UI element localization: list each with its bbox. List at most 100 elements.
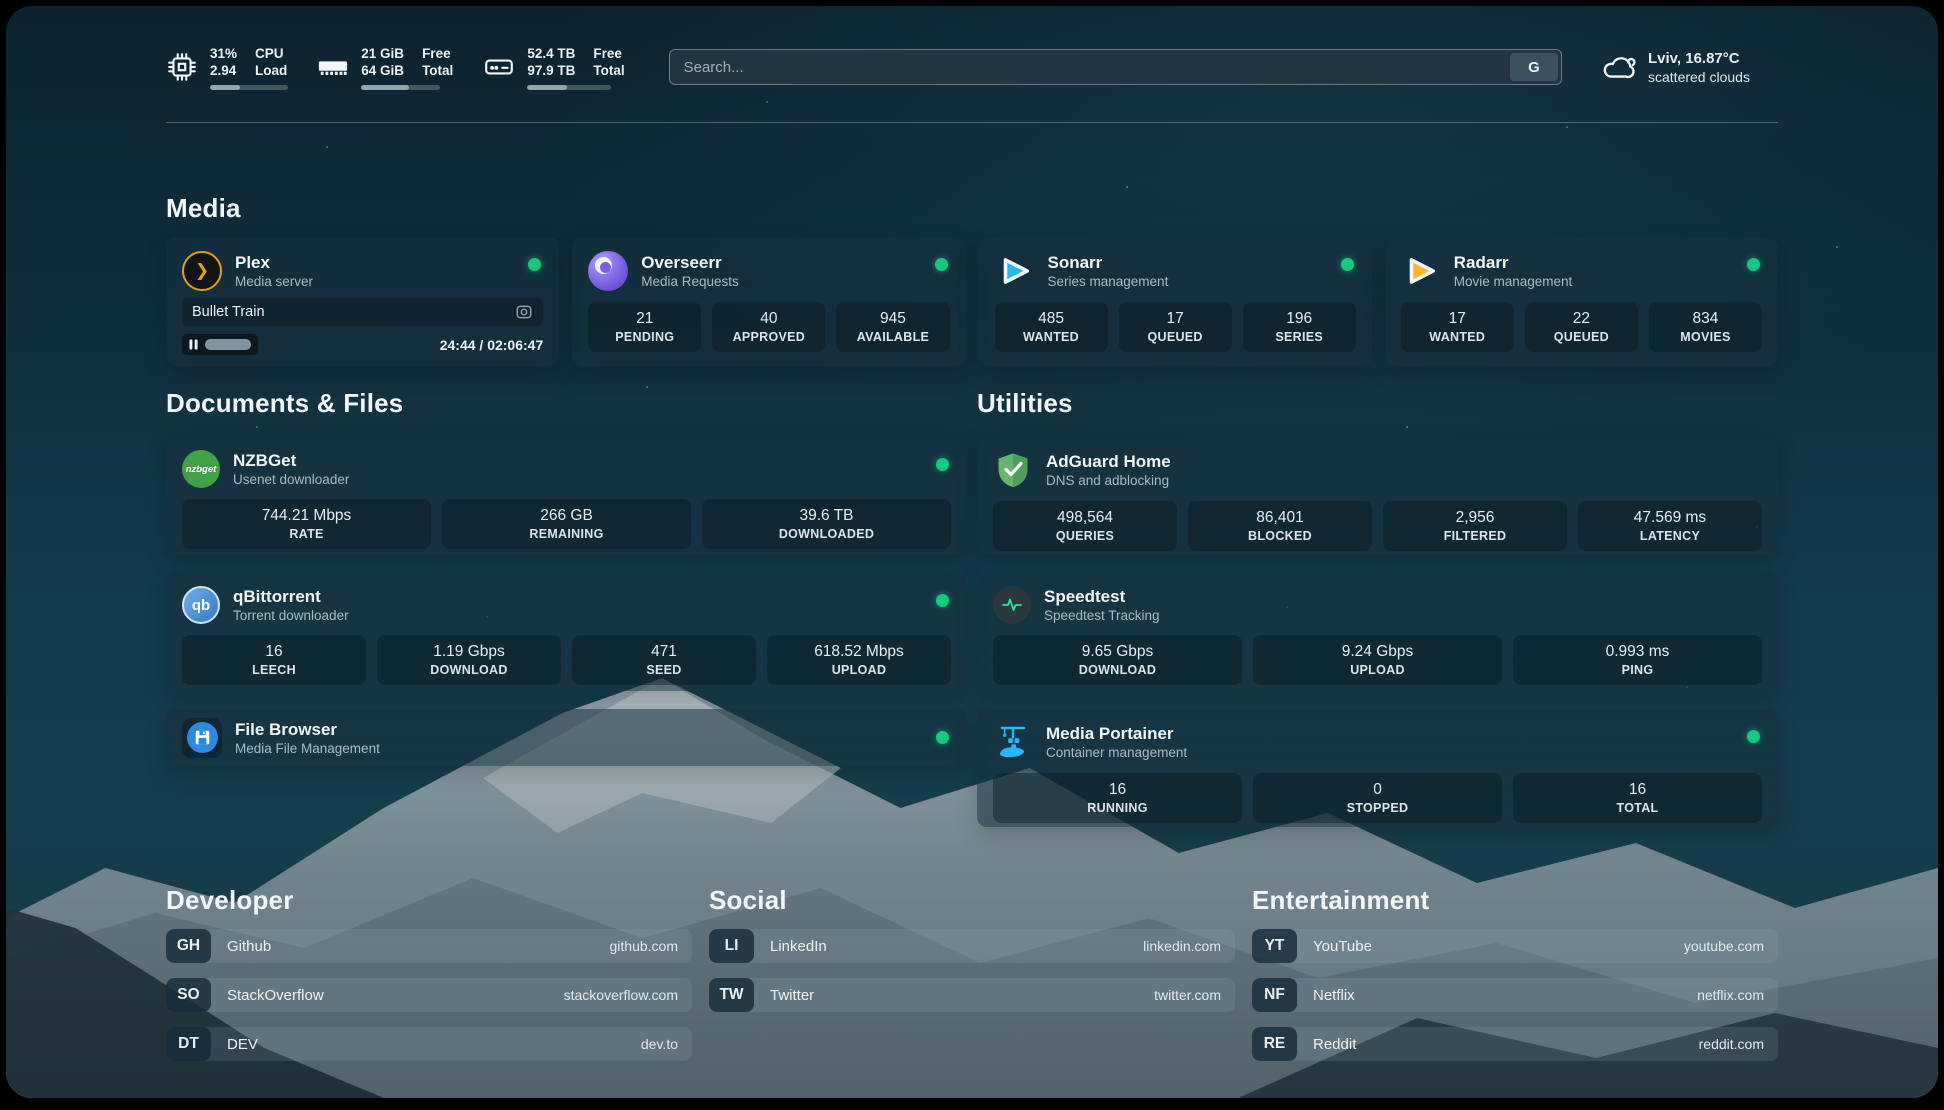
bookmark-url: netflix.com: [1697, 987, 1764, 1003]
speedtest-card[interactable]: Speedtest Speedtest Tracking 9.65 Gbps D…: [977, 573, 1778, 691]
bookmark-name: DEV: [227, 1036, 258, 1053]
stat-box: 9.24 Gbps UPLOAD: [1253, 635, 1502, 685]
bookmark-url: reddit.com: [1699, 1036, 1764, 1052]
app-description: Media Requests: [641, 273, 739, 290]
app-description: Series management: [1048, 273, 1169, 290]
storage-labels: Free Total: [593, 45, 624, 79]
overseerr-card[interactable]: Overseerr Media Requests 21 PENDING 40 A…: [572, 237, 965, 366]
bookmark-github[interactable]: GH Github github.com: [166, 929, 692, 963]
playback-progress-pill: [182, 334, 258, 355]
bookmark-netflix[interactable]: NF Netflix netflix.com: [1252, 978, 1778, 1012]
bookmark-name: StackOverflow: [227, 987, 324, 1004]
adguard-card[interactable]: AdGuard Home DNS and adblocking 498,564 …: [977, 437, 1778, 555]
system-stats: 31% 2.94 CPU Load: [166, 45, 625, 90]
section-title-social: Social: [709, 885, 1235, 916]
stat-box: 40 APPROVED: [712, 302, 825, 352]
bookmark-twitter[interactable]: TW Twitter twitter.com: [709, 978, 1235, 1012]
bookmark-url: linkedin.com: [1143, 938, 1221, 954]
storage-progress-bar: [527, 85, 611, 90]
status-dot-online: [935, 258, 948, 271]
app-description: Media File Management: [235, 740, 380, 757]
cpu-labels: CPU Load: [255, 45, 287, 79]
cpu-values: 31% 2.94: [210, 45, 237, 79]
qbittorrent-card[interactable]: qb qBittorrent Torrent downloader 16 LEE…: [166, 573, 967, 691]
sonarr-card[interactable]: Sonarr Series management 485 WANTED 17 Q…: [979, 237, 1372, 366]
stat-box: 16 LEECH: [182, 635, 366, 685]
nzbget-card[interactable]: nzbget NZBGet Usenet downloader 744.21 M…: [166, 437, 967, 555]
memory-labels: Free Total: [422, 45, 453, 79]
overseerr-icon: [588, 251, 628, 291]
bookmark-url: github.com: [610, 938, 678, 954]
bookmark-abbr: GH: [166, 929, 211, 963]
status-dot-online: [936, 731, 949, 744]
entertainment-links: Entertainment YT YouTube youtube.com NF …: [1252, 885, 1778, 1061]
app-description: Speedtest Tracking: [1044, 607, 1160, 624]
pause-icon[interactable]: [189, 339, 198, 350]
search-bar: G: [669, 49, 1562, 85]
bookmark-url: stackoverflow.com: [564, 987, 678, 1003]
bookmark-youtube[interactable]: YT YouTube youtube.com: [1252, 929, 1778, 963]
stat-box: 485 WANTED: [995, 302, 1108, 352]
hdd-icon: [483, 51, 515, 83]
bookmark-abbr: SO: [166, 978, 211, 1012]
app-description: Usenet downloader: [233, 471, 349, 488]
playback-progress: 24:44 / 02:06:47: [182, 334, 543, 355]
stat-box: 39.6 TB DOWNLOADED: [702, 499, 951, 549]
bookmark-url: youtube.com: [1684, 938, 1764, 954]
portainer-icon: [993, 722, 1033, 762]
stat-box: 86,401 BLOCKED: [1188, 501, 1372, 551]
stat-box: 0.993 ms PING: [1513, 635, 1762, 685]
bookmark-name: Netflix: [1313, 987, 1355, 1004]
stat-box: 834 MOVIES: [1649, 302, 1762, 352]
app-description: Movie management: [1454, 273, 1573, 290]
bookmark-stackoverflow[interactable]: SO StackOverflow stackoverflow.com: [166, 978, 692, 1012]
bookmark-linkedin[interactable]: LI LinkedIn linkedin.com: [709, 929, 1235, 963]
nzbget-icon: nzbget: [182, 450, 220, 488]
section-title-entertainment: Entertainment: [1252, 885, 1778, 916]
app-name: Speedtest: [1044, 586, 1160, 607]
filebrowser-card[interactable]: File Browser Media File Management: [166, 709, 967, 766]
sonarr-icon: [995, 251, 1035, 291]
radarr-icon: [1401, 251, 1441, 291]
bookmark-name: LinkedIn: [770, 938, 827, 955]
stat-box: 744.21 Mbps RATE: [182, 499, 431, 549]
stat-box: 266 GB REMAINING: [442, 499, 691, 549]
stat-box: 17 QUEUED: [1119, 302, 1232, 352]
portainer-card[interactable]: Media Portainer Container management 16 …: [977, 709, 1778, 827]
section-title-utilities: Utilities: [977, 388, 1778, 419]
search-engine-button[interactable]: G: [1510, 53, 1558, 81]
bookmark-abbr: DT: [166, 1027, 211, 1061]
bookmark-reddit[interactable]: RE Reddit reddit.com: [1252, 1027, 1778, 1061]
bookmark-name: YouTube: [1313, 938, 1372, 955]
status-dot-online: [1747, 258, 1760, 271]
weather-condition: scattered clouds: [1648, 68, 1750, 86]
radarr-card[interactable]: Radarr Movie management 17 WANTED 22 QUE…: [1385, 237, 1778, 366]
stat-box: 21 PENDING: [588, 302, 701, 352]
social-links: Social LI LinkedIn linkedin.com TW Twitt…: [709, 885, 1235, 1061]
search-input[interactable]: [669, 49, 1562, 85]
bookmark-abbr: RE: [1252, 1027, 1297, 1061]
documents-column: Documents & Files nzbget NZBGet Usenet d…: [166, 388, 967, 766]
app-description: Container management: [1046, 744, 1187, 761]
weather-location: Lviv, 16.87°C: [1648, 49, 1750, 68]
app-name: NZBGet: [233, 450, 349, 471]
bookmark-name: Twitter: [770, 987, 814, 1004]
app-name: Media Portainer: [1046, 723, 1187, 744]
status-dot-online: [1747, 730, 1760, 743]
app-name: qBittorrent: [233, 586, 349, 607]
stat-box: 47.569 ms LATENCY: [1578, 501, 1762, 551]
section-title-documents: Documents & Files: [166, 388, 967, 419]
video-icon: [515, 303, 533, 321]
floppy-icon: [193, 728, 212, 747]
developer-links: Developer GH Github github.com SO StackO…: [166, 885, 692, 1061]
app-description: Media server: [235, 273, 313, 290]
app-description: DNS and adblocking: [1046, 472, 1171, 489]
status-dot-online: [936, 458, 949, 471]
cpu-icon: [166, 51, 198, 83]
app-name: Plex: [235, 252, 313, 273]
playback-time: 24:44 / 02:06:47: [440, 337, 544, 353]
bookmark-dev[interactable]: DT DEV dev.to: [166, 1027, 692, 1061]
stat-box: 618.52 Mbps UPLOAD: [767, 635, 951, 685]
stat-box: 196 SERIES: [1243, 302, 1356, 352]
plex-card[interactable]: ❯ Plex Media server Bullet Train: [166, 237, 559, 366]
